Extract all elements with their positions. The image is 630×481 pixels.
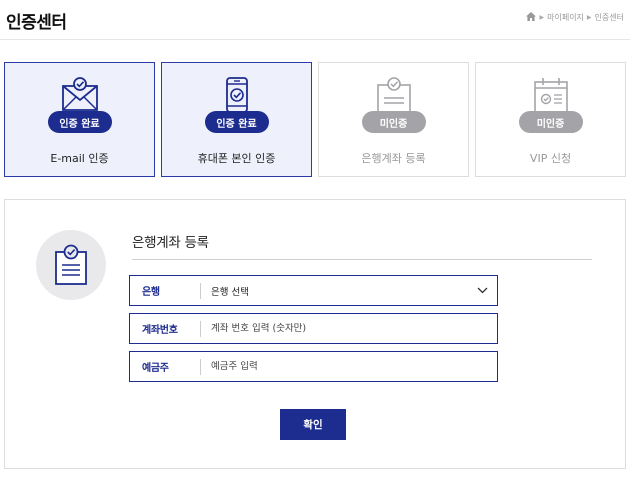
breadcrumb: ▶ 마이페이지 ▶ 인증센터 (526, 12, 624, 23)
confirm-button[interactable]: 확인 (280, 409, 346, 440)
breadcrumb-separator-icon: ▶ (539, 14, 545, 21)
step-bank[interactable]: 미인증 은행계좌 등록 (318, 62, 469, 177)
breadcrumb-item-mypage[interactable]: 마이페이지 (547, 12, 584, 23)
breadcrumb-separator-icon: ▶ (586, 14, 592, 21)
step-email[interactable]: 인증 완료 E-mail 인증 (4, 62, 155, 177)
bank-select-value: 은행 선택 (211, 286, 249, 298)
status-badge: 인증 완료 (47, 111, 112, 133)
bank-field-label: 은행 (142, 287, 160, 298)
bank-document-check-icon (376, 77, 411, 113)
account-number-input[interactable] (201, 323, 497, 334)
step-label: E-mail 인증 (50, 152, 109, 165)
calendar-check-icon (533, 78, 568, 113)
verification-steps: 인증 완료 E-mail 인증 인증 완료 휴대폰 본인 인증 미인증 은행계좌… (4, 62, 626, 177)
account-holder-input[interactable] (201, 361, 497, 372)
status-badge: 미인증 (361, 111, 426, 133)
form-title: 은행계좌 등록 (132, 235, 209, 251)
breadcrumb-item-current: 인증센터 (594, 13, 624, 22)
status-badge: 인증 완료 (204, 111, 269, 133)
page-title: 인증센터 (6, 13, 67, 33)
step-vip[interactable]: 미인증 VIP 신청 (475, 62, 626, 177)
account-holder-field: 예금주 (129, 351, 498, 382)
phone-check-icon (225, 77, 248, 113)
step-label: 휴대폰 본인 인증 (197, 152, 276, 165)
form-icon-circle (36, 230, 106, 300)
home-icon[interactable] (526, 12, 537, 23)
account-field-label: 계좌번호 (142, 325, 178, 336)
chevron-down-icon[interactable] (467, 276, 497, 305)
account-number-field: 계좌번호 (129, 313, 498, 344)
document-check-icon (55, 244, 87, 285)
step-phone[interactable]: 인증 완료 휴대폰 본인 인증 (161, 62, 312, 177)
step-label: VIP 신청 (529, 152, 572, 165)
bank-select[interactable]: 은행 은행 선택 (129, 275, 498, 306)
page-header: 인증센터 ▶ 마이페이지 ▶ 인증센터 (0, 0, 630, 40)
bank-account-form-panel: 은행계좌 등록 은행 은행 선택 계좌번호 예금주 확인 (4, 199, 626, 469)
status-badge: 미인증 (518, 111, 583, 133)
divider (132, 259, 592, 260)
holder-field-label: 예금주 (142, 363, 169, 374)
envelope-check-icon (61, 77, 98, 111)
step-label: 은행계좌 등록 (361, 152, 426, 165)
